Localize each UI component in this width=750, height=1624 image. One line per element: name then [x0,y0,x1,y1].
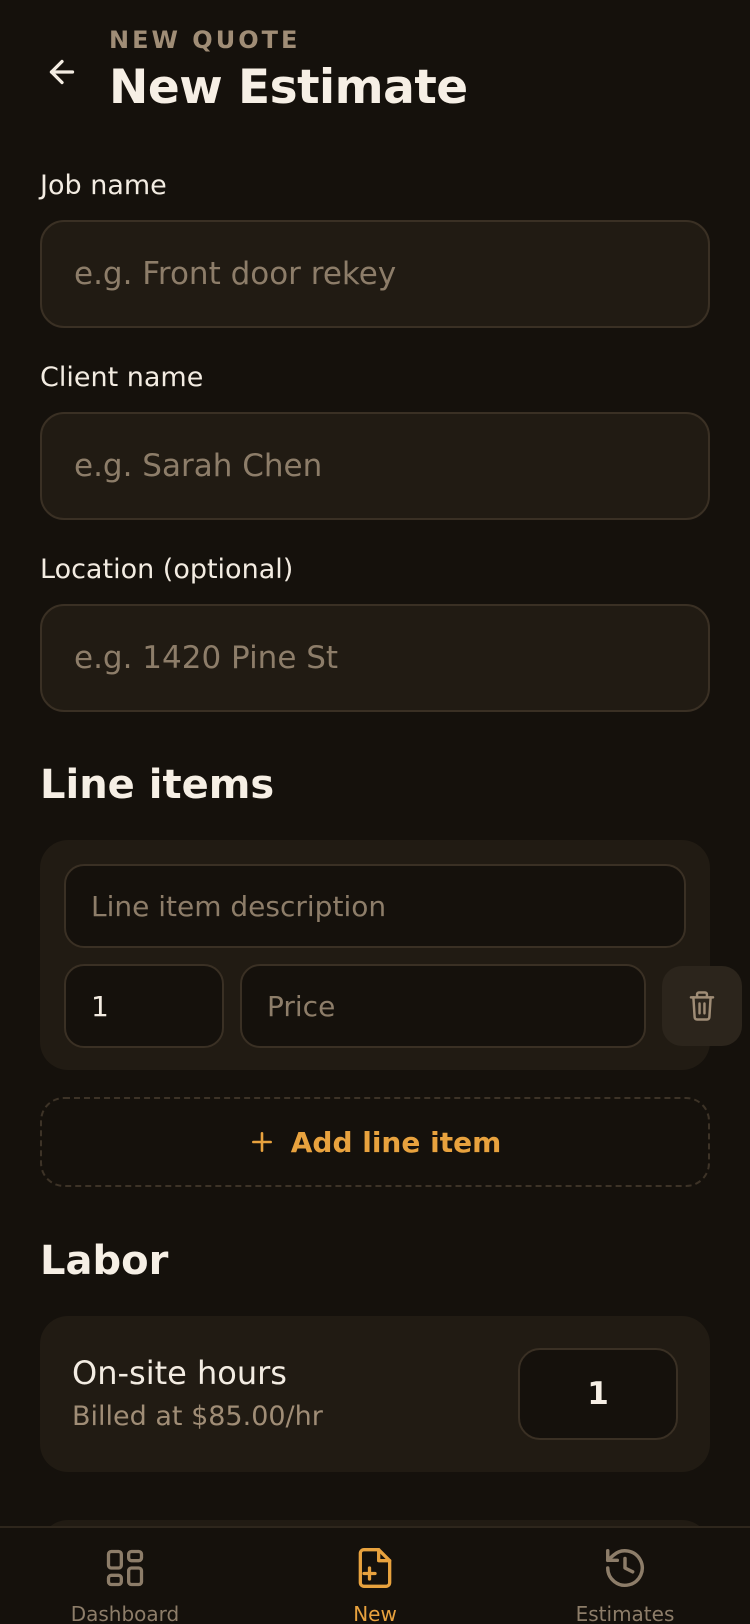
labor-card: On-site hours Billed at $85.00/hr 1 [40,1316,710,1472]
nav-dashboard[interactable]: Dashboard [0,1528,250,1624]
delete-line-item-button[interactable] [662,966,742,1046]
page-title: New Estimate [109,60,468,115]
job-name-label: Job name [40,170,167,201]
on-site-hours-input[interactable]: 1 [518,1348,678,1440]
line-item-description-input[interactable]: Line item description [64,864,686,948]
back-button[interactable] [38,48,86,96]
page-eyebrow: NEW QUOTE [109,26,301,54]
nav-dashboard-label: Dashboard [70,1602,180,1624]
add-line-item-label: Add line item [290,1125,502,1159]
history-icon [606,1549,644,1587]
trash-icon [689,991,715,1021]
file-plus-icon [358,1548,392,1588]
nav-new[interactable]: New [250,1528,500,1624]
nav-estimates[interactable]: Estimates [500,1528,750,1624]
on-site-hours-label: On-site hours [72,1354,287,1392]
bottom-navigation: Dashboard New Estimates [0,1526,750,1624]
location-input[interactable]: e.g. 1420 Pine St [40,604,710,712]
new-estimate-screen: NEW QUOTE New Estimate Job name e.g. Fro… [0,0,750,1624]
nav-estimates-label: Estimates [575,1602,675,1624]
client-name-label: Client name [40,362,204,393]
nav-new-label: New [353,1602,397,1624]
labor-title: Labor [40,1238,169,1284]
add-line-item-button[interactable]: Add line item [40,1097,710,1187]
hourly-rate-text: Billed at $85.00/hr [72,1401,323,1432]
grid-icon [106,1549,144,1587]
job-name-input[interactable]: e.g. Front door rekey [40,220,710,328]
line-item-quantity-input[interactable]: 1 [64,964,224,1048]
line-item-price-input[interactable]: Price [240,964,646,1048]
arrow-left-icon [49,59,75,85]
plus-icon [251,1132,272,1152]
client-name-input[interactable]: e.g. Sarah Chen [40,412,710,520]
line-items-title: Line items [40,762,275,808]
location-label: Location (optional) [40,554,294,585]
